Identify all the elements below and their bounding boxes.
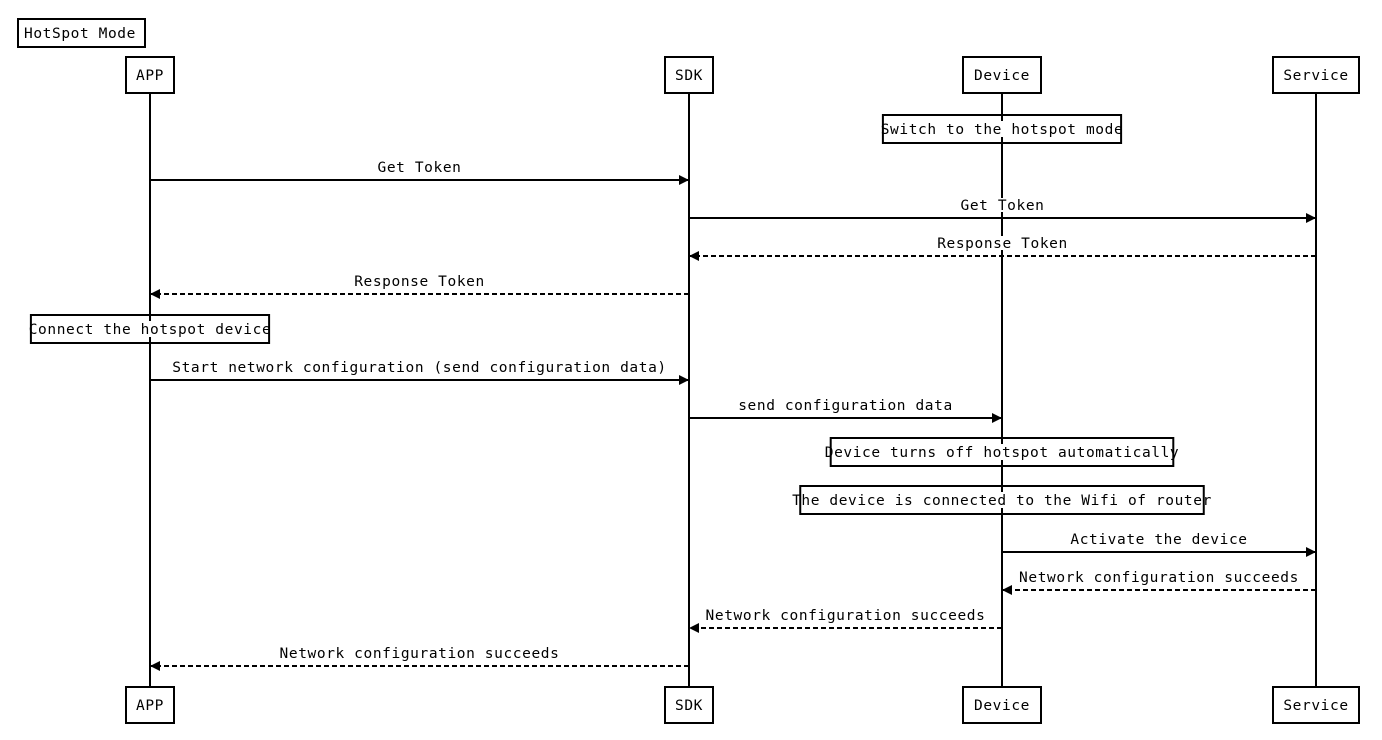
participant-label: Service — [1283, 68, 1348, 84]
note-text: Device turns off hotspot automatically — [825, 445, 1180, 461]
participant-label: SDK — [675, 698, 703, 714]
participant-device-top: Device — [962, 56, 1042, 94]
participant-app-bottom: APP — [125, 686, 175, 724]
participant-label: Device — [974, 698, 1030, 714]
message-label: Network configuration succeeds — [1019, 570, 1299, 586]
message-arrow: Network configuration succeeds — [689, 608, 1002, 633]
message-label: send configuration data — [738, 398, 953, 414]
message-arrow: Start network configuration (send config… — [150, 360, 689, 385]
message-arrow: Network configuration succeeds — [1002, 570, 1316, 595]
diagram-title: HotSpot Mode — [17, 18, 146, 48]
note-text: Switch to the hotspot mode — [881, 122, 1124, 138]
note-text: The device is connected to the Wifi of r… — [792, 493, 1212, 509]
message-label: Response Token — [354, 274, 485, 290]
participant-sdk-top: SDK — [664, 56, 714, 94]
sequence-diagram: HotSpot Mode Switch to the hotspot mode G… — [17, 18, 1360, 724]
message-arrow: Network configuration succeeds — [150, 646, 689, 671]
diagram-title-text: HotSpot Mode — [24, 26, 136, 42]
participant-sdk-bottom: SDK — [664, 686, 714, 724]
message-arrow: Activate the device — [1002, 532, 1316, 557]
note-text: Connect the hotspot device — [29, 322, 272, 338]
participant-label: SDK — [675, 68, 703, 84]
participant-device-bottom: Device — [962, 686, 1042, 724]
message-label: Network configuration succeeds — [706, 608, 986, 624]
participant-label: Device — [974, 68, 1030, 84]
message-arrow: Get Token — [150, 160, 689, 185]
message-arrow: send configuration data — [689, 398, 1002, 423]
message-label: Response Token — [937, 236, 1068, 252]
message-label: Get Token — [378, 160, 462, 176]
participant-service-top: Service — [1272, 56, 1360, 94]
participant-label: APP — [136, 698, 164, 714]
participant-app-top: APP — [125, 56, 175, 94]
message-arrow: Response Token — [150, 274, 689, 299]
message-label: Activate the device — [1070, 532, 1247, 548]
message-label: Get Token — [961, 198, 1045, 214]
message-label: Start network configuration (send config… — [172, 360, 666, 376]
participant-label: Service — [1283, 698, 1348, 714]
participant-label: APP — [136, 68, 164, 84]
message-label: Network configuration succeeds — [280, 646, 560, 662]
participant-service-bottom: Service — [1272, 686, 1360, 724]
